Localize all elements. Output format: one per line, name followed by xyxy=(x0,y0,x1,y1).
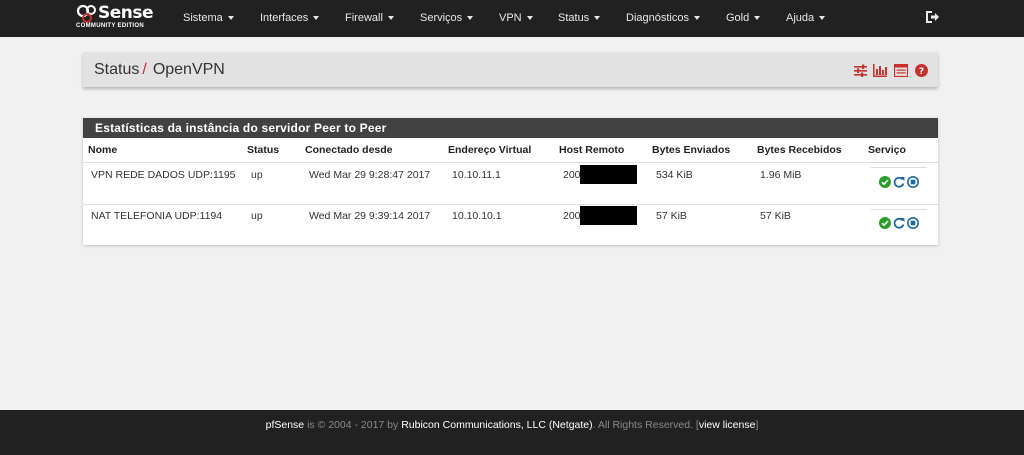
cell-bytes-sent: 57 KiB xyxy=(656,210,687,222)
stop-icon[interactable] xyxy=(907,176,919,188)
service-controls xyxy=(879,217,921,231)
nav-label: Serviços xyxy=(420,12,463,24)
caret-down-icon xyxy=(594,16,601,21)
caret-down-icon xyxy=(819,16,826,21)
footer-brand: pfSense xyxy=(265,419,305,431)
cell-virtual-address: 10.10.10.1 xyxy=(452,210,502,222)
list-table-icon[interactable] xyxy=(893,63,909,82)
restart-icon[interactable] xyxy=(893,176,905,188)
redaction-box xyxy=(580,165,637,184)
cell-name: NAT TELEFONIA UDP:1194 xyxy=(91,210,223,222)
breadcrumb-parent[interactable]: Status xyxy=(94,61,139,78)
footer-company-link[interactable]: Rubicon Communications, LLC (Netgate) xyxy=(401,419,592,431)
nav-label: VPN xyxy=(499,12,522,24)
breadcrumb-bar: Status / OpenVPN ? xyxy=(83,52,938,87)
cell-name: VPN REDE DADOS UDP:1195 xyxy=(91,169,236,181)
logo-mark-icon xyxy=(76,4,96,23)
nav-gold[interactable]: Gold xyxy=(726,0,761,37)
caret-down-icon xyxy=(313,16,320,21)
row-divider xyxy=(83,204,938,205)
help-icon[interactable]: ? xyxy=(915,64,928,82)
breadcrumb-tools: ? xyxy=(854,63,928,78)
cell-remote-host: 200 xyxy=(563,169,581,181)
col-header-status: Status xyxy=(247,144,280,156)
nav-status[interactable]: Status xyxy=(558,0,601,37)
nav-vpn[interactable]: VPN xyxy=(499,0,533,37)
col-header-connected-since: Conectado desde xyxy=(305,144,393,156)
col-header-bytes-sent: Bytes Enviados xyxy=(652,144,731,156)
col-header-name: Nome xyxy=(88,144,118,156)
cell-bytes-sent: 534 KiB xyxy=(656,169,693,181)
breadcrumb: Status / OpenVPN xyxy=(94,61,225,79)
col-header-remote-host: Host Remoto xyxy=(559,144,625,156)
nav-firewall[interactable]: Firewall xyxy=(345,0,394,37)
cell-connected-since: Wed Mar 29 9:39:14 2017 xyxy=(309,210,431,222)
caret-down-icon xyxy=(387,16,394,21)
nav-label: Status xyxy=(558,12,590,24)
service-divider xyxy=(871,209,927,210)
pfsense-logo[interactable]: Sense COMMUNITY EDITION xyxy=(76,3,162,33)
running-check-icon xyxy=(879,176,891,188)
nav-sistema[interactable]: Sistema xyxy=(183,0,234,37)
redaction-box xyxy=(580,206,637,225)
cell-bytes-received: 57 KiB xyxy=(760,210,791,222)
footer: pfSense is © 2004 - 2017 by Rubicon Comm… xyxy=(0,410,1024,455)
logo-subtitle: COMMUNITY EDITION xyxy=(76,23,144,29)
cell-bytes-received: 1.96 MiB xyxy=(760,169,802,181)
nav-ajuda[interactable]: Ajuda xyxy=(786,0,826,37)
service-divider xyxy=(871,167,927,168)
col-header-service: Serviço xyxy=(868,144,906,156)
caret-down-icon xyxy=(693,16,700,21)
caret-down-icon xyxy=(227,16,234,21)
sliders-icon[interactable] xyxy=(854,64,867,82)
col-header-virtual-address: Endereço Virtual xyxy=(448,144,532,156)
nav-diagnosticos[interactable]: Diagnósticos xyxy=(626,0,700,37)
cell-status: up xyxy=(251,210,263,222)
svg-text:?: ? xyxy=(919,67,924,77)
nav-label: Diagnósticos xyxy=(626,12,689,24)
running-check-icon xyxy=(879,217,891,229)
nav-servicos[interactable]: Serviços xyxy=(420,0,474,37)
nav-label: Ajuda xyxy=(786,12,815,24)
col-header-bytes-received: Bytes Recebidos xyxy=(757,144,842,156)
caret-down-icon xyxy=(467,16,474,21)
nav-label: Interfaces xyxy=(260,12,309,24)
footer-bracket: ] xyxy=(755,419,759,431)
stop-icon[interactable] xyxy=(907,217,919,229)
view-license-link[interactable]: view license xyxy=(699,419,756,431)
logo-word: Sense xyxy=(98,3,154,23)
breadcrumb-current: OpenVPN xyxy=(152,61,225,78)
caret-down-icon xyxy=(754,16,761,21)
header-divider xyxy=(83,162,938,163)
footer-copyright: is © 2004 - 2017 by xyxy=(307,419,399,431)
caret-down-icon xyxy=(526,16,533,21)
nav-label: Firewall xyxy=(345,12,383,24)
logout-icon[interactable] xyxy=(924,9,940,25)
cell-status: up xyxy=(251,169,263,181)
panel-title: Estatísticas da instância do servidor Pe… xyxy=(83,118,938,138)
footer-rights: . All Rights Reserved. [ xyxy=(592,419,699,431)
openvpn-server-stats-panel: Estatísticas da instância do servidor Pe… xyxy=(83,118,938,245)
nav-label: Sistema xyxy=(183,12,223,24)
nav-interfaces[interactable]: Interfaces xyxy=(260,0,320,37)
bar-chart-icon[interactable] xyxy=(873,64,887,82)
cell-connected-since: Wed Mar 29 9:28:47 2017 xyxy=(309,169,431,181)
service-controls xyxy=(879,176,921,190)
top-navbar: Sense COMMUNITY EDITION Sistema Interfac… xyxy=(0,0,1024,37)
nav-label: Gold xyxy=(726,12,750,24)
cell-virtual-address: 10.10.11.1 xyxy=(452,169,501,181)
breadcrumb-separator: / xyxy=(142,61,147,78)
restart-icon[interactable] xyxy=(893,217,905,229)
